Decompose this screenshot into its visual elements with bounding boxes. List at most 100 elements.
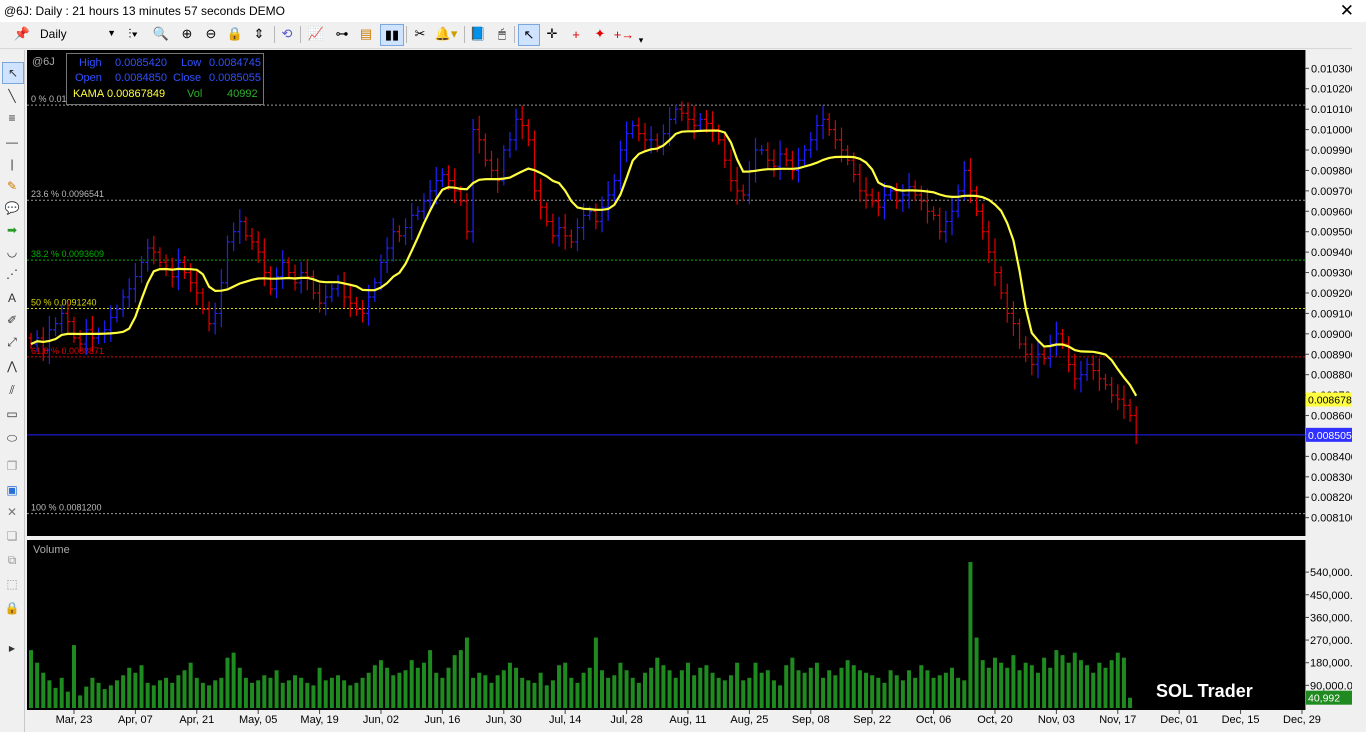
parallel-tool-icon[interactable]: ⫽ [2,380,22,400]
close-icon[interactable]: ✕ [1340,1,1354,21]
volume-bar [968,562,973,708]
volume-bar [808,667,813,708]
hline-tool-icon[interactable]: — [2,132,22,152]
volume-toggle-icon[interactable]: ▮▮ [380,24,404,46]
cross-arrow-icon[interactable]: +→ [614,24,635,44]
volume-bar [151,685,156,708]
rectangle-tool-icon[interactable]: ▭ [2,404,22,424]
volume-bar [827,670,832,708]
volume-panel[interactable]: Volume 90,000.0 180,000.0 270,000.0 360,000.… [27,540,1352,732]
volume-bar [250,682,255,708]
crosshair-icon[interactable]: ✛ [542,24,562,44]
fib-label: 61.8 % 0.0088871 [31,346,104,356]
volume-bar [698,667,703,708]
volume-bar [262,675,267,708]
cross-dot-icon[interactable]: ✦ [590,24,610,44]
zoom-out-icon[interactable]: ⊖ [202,24,220,44]
volume-bar [1029,665,1034,708]
pages-icon[interactable]: ❐ [2,456,22,476]
interval-value: Daily [40,27,67,41]
volume-bar [286,680,291,708]
volume-bar [164,677,169,708]
arrow-right-icon[interactable]: ➡ [2,220,22,240]
toolbar-more-icon[interactable]: ▾ [636,30,646,50]
volume-bar [679,670,684,708]
vol-label: Vol [187,88,203,100]
price-badge-label: 0.0085055 [1308,430,1352,442]
pen-tool-icon[interactable]: ✐ [2,310,22,330]
low-value: 0.0084745 [209,57,261,69]
alert-bell-icon[interactable]: 🔔▾ [434,24,458,44]
arc-tool-icon[interactable]: ◡ [2,242,22,262]
scissors-icon[interactable]: ✂ [410,24,430,44]
fan-tool-icon[interactable]: ⋀ [2,356,22,376]
template-icon[interactable]: ▤ [356,24,376,44]
autoscale-icon[interactable]: ⇕ [250,24,268,44]
volume-badge-label: 40,992 [1308,693,1340,705]
volume-bar [759,672,764,708]
price-panel[interactable]: 0.0081000 0.0082000 0.0083000 0.0084000 0.00… [27,50,1352,540]
volume-bar [458,650,463,708]
x-tick-label: May, 05 [239,714,277,726]
delete-drawing-icon[interactable]: ✕ [2,502,22,522]
volume-bar [274,670,279,708]
lock-drawing-icon[interactable]: 🔒 [2,598,22,618]
note-tool-icon[interactable]: ✎ [2,176,22,196]
image-icon[interactable]: ▣ [2,480,22,500]
right-scrollbar[interactable] [1352,44,1366,732]
lock-icon[interactable]: 🔒 [226,24,244,44]
indicator-icon[interactable]: 📈 [306,24,326,44]
volume-bar [950,667,954,708]
select-arrow-icon[interactable]: ↖ [2,62,24,84]
vol-tick-label: 270,000.0 [1310,635,1352,647]
fib-tool-icon[interactable]: ≡ [2,108,22,128]
select-box-icon[interactable]: ⬚ [2,574,22,594]
scroll-right-icon[interactable]: ▶ [2,638,22,658]
volume-title: Volume [33,544,70,556]
y-tick-label: 0.0102000 [1311,84,1352,96]
high-value: 0.0085420 [115,57,167,69]
mouse-icon[interactable]: 🖱 [492,24,512,44]
y-tick-label: 0.0083000 [1311,472,1352,484]
volume-bar [600,670,605,708]
bar-style-icon[interactable]: ⫶▾ [122,24,144,44]
trend-tool-icon[interactable]: ⤢ [2,332,22,352]
pointer-tool-icon[interactable]: ↖ [518,24,540,46]
cross-red-icon[interactable]: + [566,24,586,44]
toolbar: 📌 Daily ▼ ⫶▾ 🔍 ⊕ ⊖ 🔒 ⇕ ⟲ 📈 ⊶ ▤ ▮▮ ✂ 🔔▾ 📘… [0,22,1366,49]
layers-icon[interactable]: ❏ [2,526,22,546]
volume-bar [84,686,89,708]
text-tool-icon[interactable]: A [2,288,22,308]
line-tool-icon[interactable]: ╲ [2,86,22,106]
copy-icon[interactable]: ⧉ [2,550,22,570]
pin-icon[interactable]: 📌 [12,24,32,44]
volume-bar [366,672,371,708]
volume-bar [1115,652,1120,708]
y-tick-label: 0.0095000 [1311,227,1352,239]
volume-bar [452,655,457,708]
zoom-in-icon[interactable]: ⊕ [178,24,196,44]
interval-select[interactable]: Daily ▼ [34,25,118,43]
volume-bar [514,667,519,708]
volume-bar [471,677,476,708]
volume-bar [661,665,666,708]
zoom-icon[interactable]: 🔍 [150,24,172,44]
volume-bar [630,677,635,708]
volume-bar [882,682,887,708]
ellipse-tool-icon[interactable]: ⬭ [2,428,22,448]
vline-tool-icon[interactable]: | [2,154,22,174]
book-icon[interactable]: 📘 [468,24,488,44]
volume-bar [219,677,224,708]
channel-tool-icon[interactable]: ⋰ [2,264,22,284]
volume-bar [692,675,697,708]
tree-icon[interactable]: ⊶ [332,24,352,44]
volume-bar [231,652,236,708]
cursor-sync-icon[interactable]: ⟲ [278,24,296,44]
callout-tool-icon[interactable]: 💬 [2,198,22,218]
volume-bar [888,670,893,708]
x-tick-label: Jul, 28 [610,714,642,726]
volume-bar [667,670,672,708]
volume-bar [354,682,359,708]
volume-bar [133,672,138,708]
volume-bar [1023,662,1028,708]
